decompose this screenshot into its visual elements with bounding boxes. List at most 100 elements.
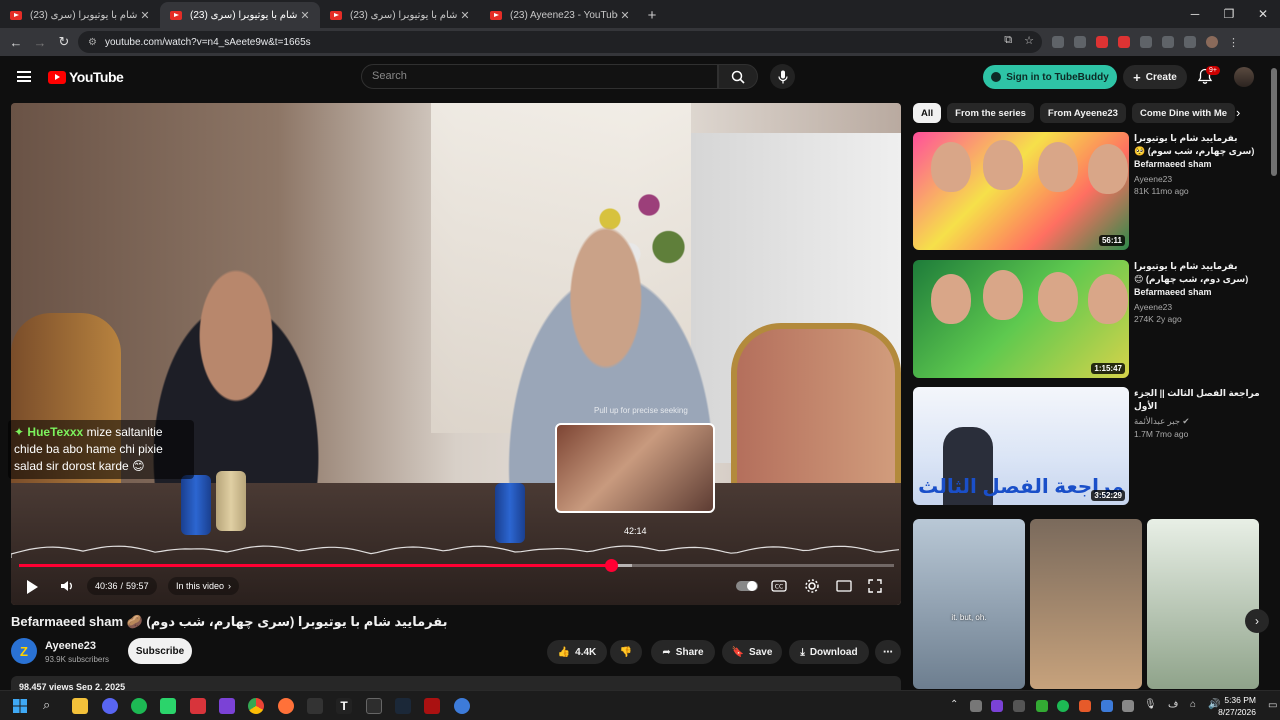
views-date-box[interactable]: 98,457 views Sep 2, 2025: [11, 676, 901, 690]
url-field[interactable]: ⚙ youtube.com/watch?v=n4_sAeete9w&t=1665…: [78, 31, 1042, 53]
forward-icon[interactable]: →: [28, 35, 52, 50]
app-icon[interactable]: [190, 698, 206, 714]
restore-icon[interactable]: ❐: [1212, 0, 1246, 28]
create-button[interactable]: + Create: [1123, 65, 1187, 89]
recommendation-title[interactable]: مراجعة الفصل الثالث || الجزء الأول: [1134, 387, 1260, 413]
tray-spotify-icon[interactable]: [1057, 700, 1069, 712]
app-icon[interactable]: [424, 698, 440, 714]
progress-bar[interactable]: [19, 559, 894, 572]
tray-app-icon[interactable]: [1079, 700, 1091, 712]
recommendation-item[interactable]: مراجعة الفصل الثالث 3:52:29 مراجعة الفصل…: [913, 387, 1263, 505]
video-thumbnail[interactable]: مراجعة الفصل الثالث 3:52:29: [913, 387, 1129, 505]
chips-next-icon[interactable]: ›: [1236, 105, 1240, 120]
voice-search-button[interactable]: [770, 64, 795, 89]
captions-icon[interactable]: CC: [771, 580, 787, 592]
kebab-menu-icon[interactable]: ⋮: [1228, 36, 1239, 49]
tray-app-icon[interactable]: [1036, 700, 1048, 712]
reload-icon[interactable]: ↻: [52, 34, 76, 50]
recommendation-title[interactable]: بفرمایید شام با یوتیوبرا (سری دوم، شب چه…: [1134, 260, 1260, 299]
app-icon[interactable]: [219, 698, 235, 714]
media-icon[interactable]: [1184, 36, 1196, 48]
new-tab-icon[interactable]: +: [640, 2, 664, 28]
fullscreen-icon[interactable]: [868, 579, 882, 593]
volume-icon[interactable]: [59, 578, 75, 594]
extension-icon[interactable]: [1052, 36, 1064, 48]
video-thumbnail[interactable]: 1:15:47: [913, 260, 1129, 378]
terminal-icon[interactable]: [366, 698, 382, 714]
file-explorer-icon[interactable]: [72, 698, 88, 714]
shield-icon[interactable]: [1140, 36, 1152, 48]
chrome-icon[interactable]: [248, 698, 264, 714]
firefox-icon[interactable]: [278, 698, 294, 714]
browser-tab-3[interactable]: (23) بفرمایید شام با یوتیوبرا (سری ✕: [320, 2, 480, 28]
app-icon[interactable]: [454, 698, 470, 714]
puzzle-icon[interactable]: [1162, 36, 1174, 48]
more-actions-button[interactable]: ⋯: [875, 640, 901, 664]
app-icon[interactable]: [160, 698, 176, 714]
subscribe-button[interactable]: Subscribe: [128, 638, 192, 664]
short-thumbnail[interactable]: [1030, 519, 1142, 689]
share-button[interactable]: ➦ Share: [651, 640, 715, 664]
tray-app-icon[interactable]: [991, 700, 1003, 712]
progress-scrubber-handle[interactable]: [604, 559, 618, 572]
site-info-icon[interactable]: ⚙: [88, 37, 97, 48]
settings-gear-icon[interactable]: [804, 578, 820, 594]
recommendation-channel[interactable]: جبر عبدالأئمة ✔: [1134, 416, 1260, 427]
recommendation-channel[interactable]: Ayeene23: [1134, 174, 1260, 184]
recommendation-title[interactable]: بفرمایید شام با یوتیوبرا (سری چهارم، شب …: [1134, 132, 1260, 171]
chip-from-channel[interactable]: From Ayeene23: [1039, 103, 1126, 123]
chip-from-series[interactable]: From the series: [947, 103, 1034, 123]
channel-avatar[interactable]: Z: [11, 638, 37, 664]
taskbar-clock[interactable]: 5:36 PM 8/27/2026: [1218, 694, 1256, 718]
theater-mode-icon[interactable]: [836, 580, 852, 592]
tray-app-icon[interactable]: [1101, 700, 1113, 712]
extension-icon[interactable]: [1074, 36, 1086, 48]
recommendation-item[interactable]: 56:11 بفرمایید شام با یوتیوبرا (سری چهار…: [913, 132, 1263, 250]
tray-app-icon[interactable]: [1122, 700, 1134, 712]
text-app-icon[interactable]: T: [336, 698, 352, 714]
dislike-button[interactable]: 👎: [610, 640, 642, 664]
network-icon[interactable]: ⌂: [1190, 699, 1196, 710]
tab-close-icon[interactable]: ✕: [298, 9, 312, 22]
cast-icon[interactable]: ⧉: [1004, 34, 1012, 47]
tab-close-icon[interactable]: ✕: [618, 9, 632, 22]
tray-app-icon[interactable]: [1013, 700, 1025, 712]
autoplay-toggle-icon[interactable]: [735, 580, 759, 592]
video-thumbnail[interactable]: 56:11: [913, 132, 1129, 250]
microphone-tray-icon[interactable]: 🎙: [1144, 699, 1157, 710]
spotify-icon[interactable]: [131, 698, 147, 714]
chip-all[interactable]: All: [913, 103, 942, 123]
steam-icon[interactable]: [395, 698, 411, 714]
short-thumbnail[interactable]: it. but, oh.: [913, 519, 1025, 689]
tab-close-icon[interactable]: ✕: [138, 9, 152, 22]
youtube-logo[interactable]: YouTube: [48, 69, 124, 85]
short-thumbnail[interactable]: [1147, 519, 1259, 689]
save-button[interactable]: 🔖 Save: [722, 640, 782, 664]
profile-avatar[interactable]: [1206, 36, 1218, 48]
scrollbar-thumb[interactable]: [1271, 68, 1277, 176]
tray-app-icon[interactable]: [970, 700, 982, 712]
discord-icon[interactable]: [102, 698, 118, 714]
notification-center-icon[interactable]: ▭: [1268, 700, 1277, 711]
minimize-icon[interactable]: ─: [1178, 0, 1212, 28]
language-indicator-icon[interactable]: ف: [1168, 699, 1178, 710]
back-icon[interactable]: ←: [4, 35, 28, 50]
windows-start-icon[interactable]: [13, 699, 27, 713]
chapter-button[interactable]: In this video ›: [168, 577, 240, 595]
shelf-next-icon[interactable]: ›: [1245, 609, 1269, 633]
tray-overflow-icon[interactable]: ⌃: [950, 699, 958, 710]
browser-tab-1[interactable]: (23) بفرمایید شام با یوتیوبرا (سری ✕: [0, 2, 160, 28]
close-window-icon[interactable]: ✕: [1246, 0, 1280, 28]
like-button[interactable]: 👍 4.4K: [547, 640, 607, 664]
play-button[interactable]: [27, 580, 38, 594]
browser-tab-2[interactable]: (23) بفرمایید شام با یوتیوبرا (سری ✕: [160, 2, 320, 28]
extension-icon[interactable]: [1118, 36, 1130, 48]
app-icon[interactable]: [307, 698, 323, 714]
download-button[interactable]: ⤓ Download: [789, 640, 869, 664]
tubebuddy-signin-button[interactable]: Sign in to TubeBuddy: [983, 65, 1117, 89]
search-button[interactable]: [718, 64, 758, 89]
page-scrollbar[interactable]: [1270, 62, 1278, 682]
hamburger-menu-icon[interactable]: [17, 71, 31, 82]
chip-come-dine[interactable]: Come Dine with Me: [1131, 103, 1236, 123]
channel-name[interactable]: Ayeene23: [45, 640, 96, 652]
